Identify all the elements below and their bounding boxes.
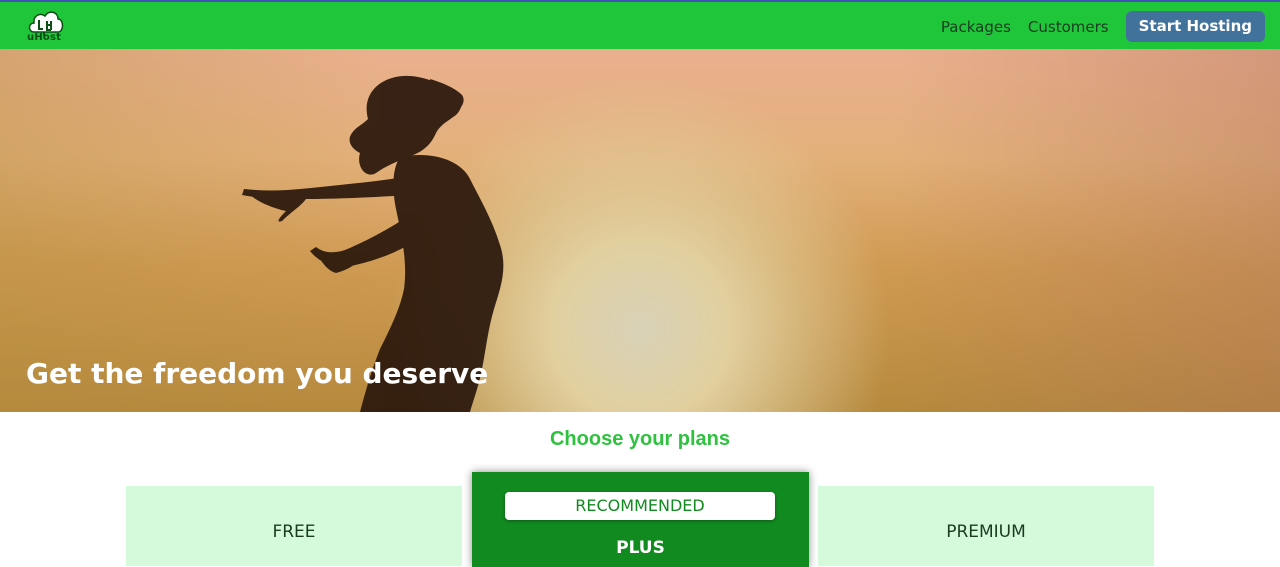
recommended-badge: RECOMMENDED bbox=[505, 492, 775, 520]
main-nav: Packages Customers Start Hosting bbox=[941, 11, 1265, 42]
nav-link-packages[interactable]: Packages bbox=[941, 18, 1011, 36]
hero-title: Get the freedom you deserve bbox=[26, 357, 489, 390]
hero-section: Get the freedom you deserve bbox=[0, 49, 1280, 412]
plan-card-plus[interactable]: RECOMMENDED PLUS bbox=[472, 472, 809, 567]
plans-heading: Choose your plans bbox=[549, 428, 731, 450]
main-header: uHost Packages Customers Start Hosting bbox=[0, 2, 1280, 49]
nav-link-customers[interactable]: Customers bbox=[1028, 18, 1109, 36]
plan-name: PLUS bbox=[616, 538, 665, 558]
plan-name: FREE bbox=[272, 522, 316, 542]
plan-card-premium[interactable]: PREMIUM bbox=[818, 486, 1154, 566]
start-hosting-button[interactable]: Start Hosting bbox=[1125, 11, 1265, 42]
plan-card-free[interactable]: FREE bbox=[126, 486, 462, 566]
brand-name: uHost bbox=[27, 32, 62, 43]
plan-name: PREMIUM bbox=[946, 522, 1026, 542]
